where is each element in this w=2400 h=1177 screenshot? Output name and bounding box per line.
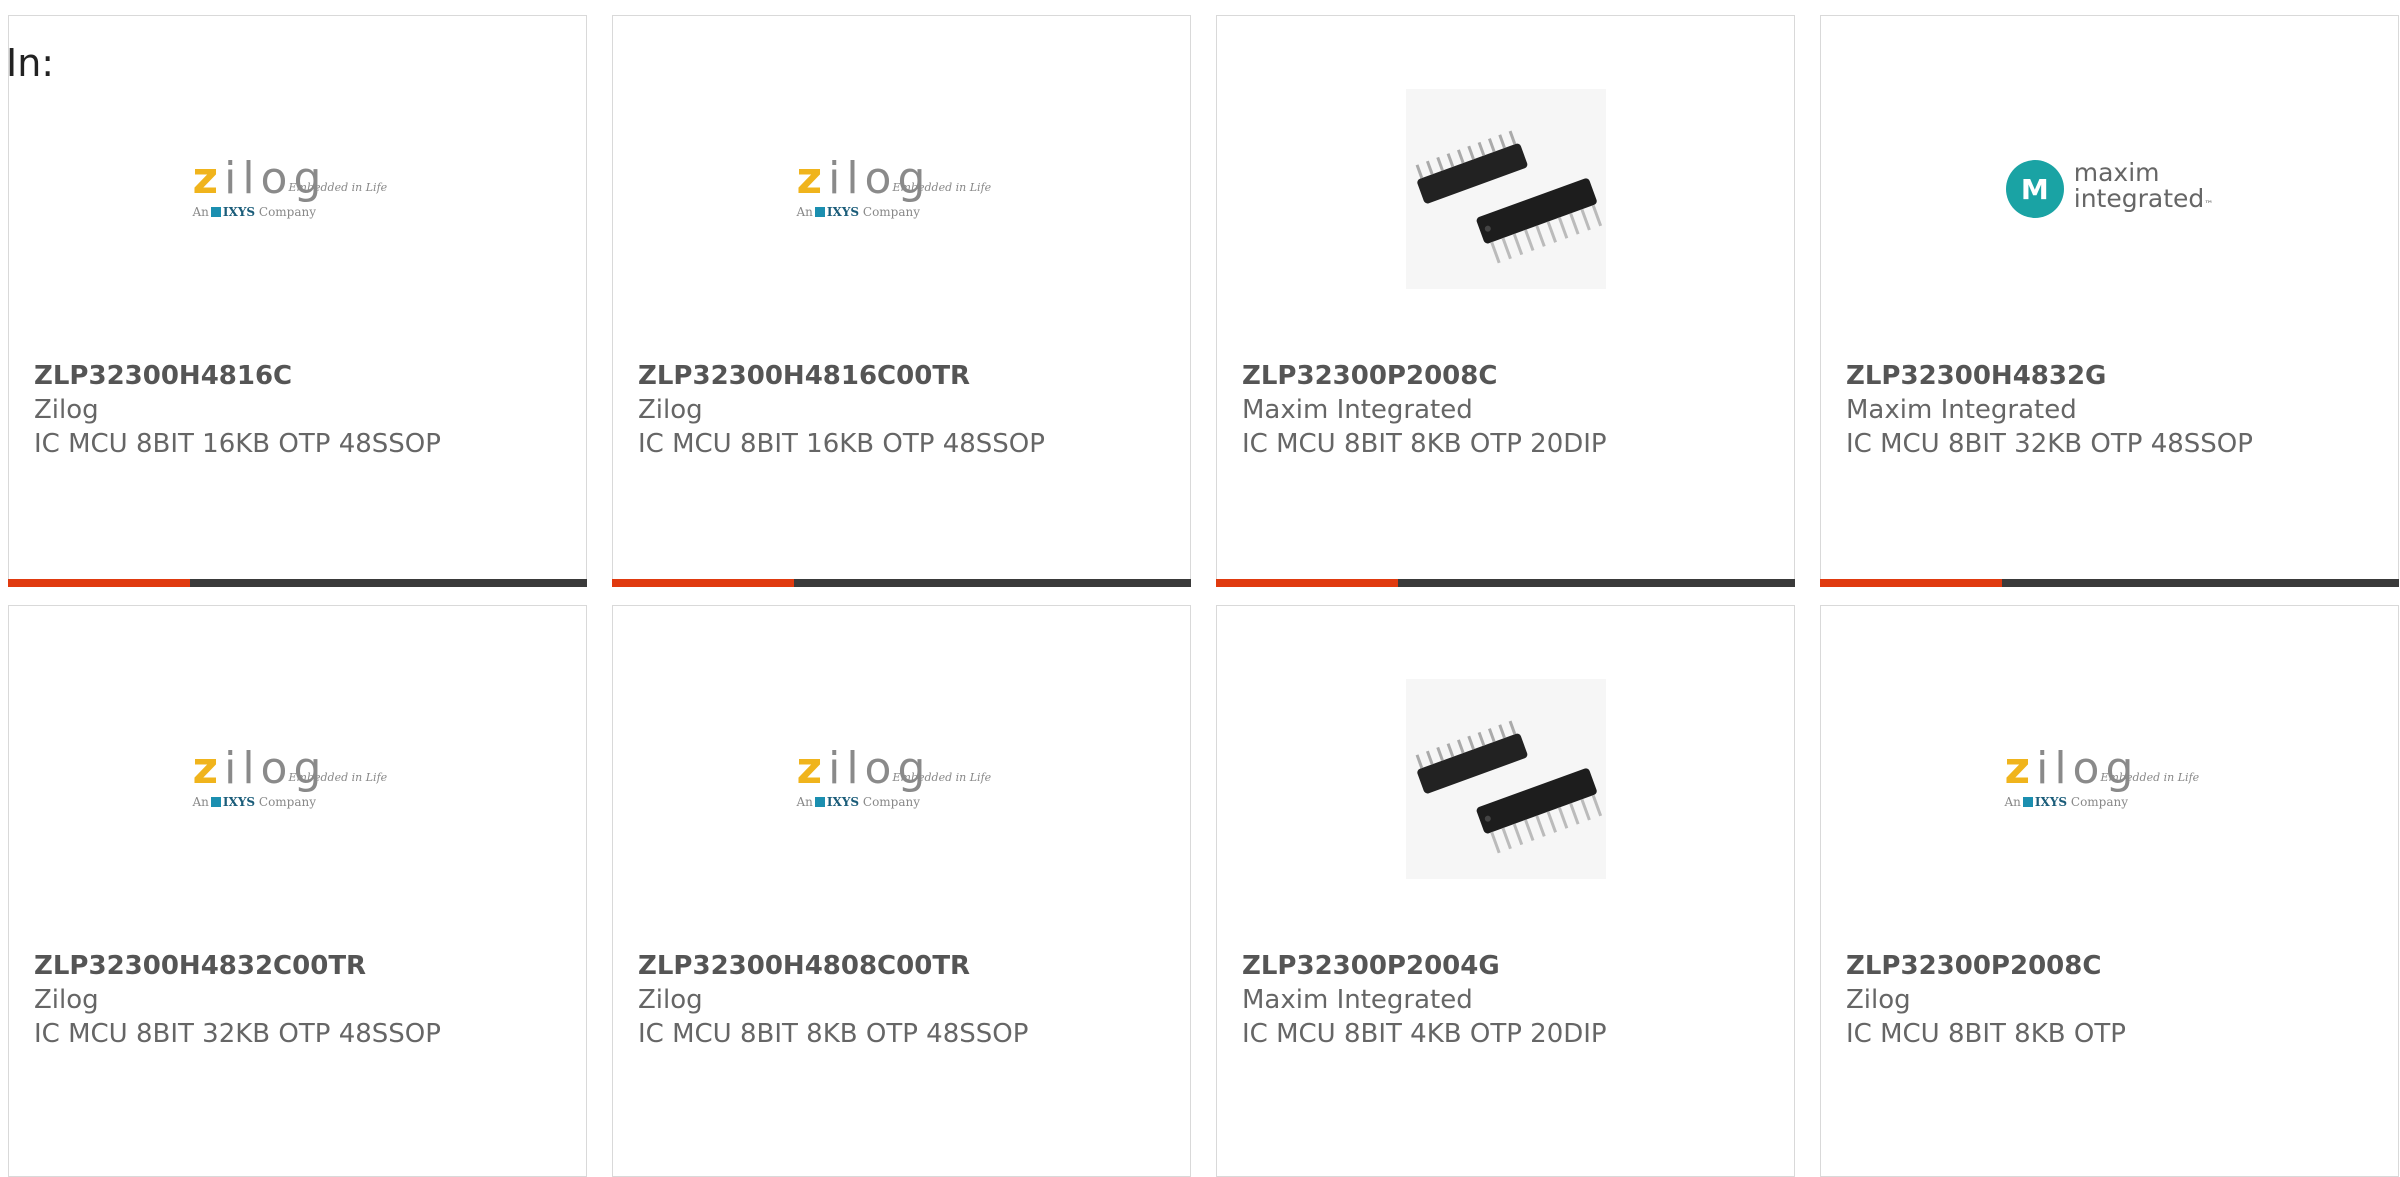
manufacturer: Zilog [1846, 985, 1911, 1015]
product-image: zilog Embedded in Life An IXYS Company [613, 674, 1190, 884]
product-image [1217, 84, 1794, 294]
description: IC MCU 8BIT 16KB OTP 48SSOP [34, 429, 441, 459]
product-card[interactable]: zilog Embedded in Life An IXYS Company ZL… [1820, 605, 2399, 1177]
part-number[interactable]: ZLP32300P2008C [1846, 949, 2101, 983]
description: IC MCU 8BIT 16KB OTP 48SSOP [638, 429, 1045, 459]
description: IC MCU 8BIT 8KB OTP [1846, 1019, 2126, 1049]
zilog-logo: zilog Embedded in Life An IXYS Company [796, 153, 992, 220]
part-number[interactable]: ZLP32300H4816C00TR [638, 359, 970, 393]
description: IC MCU 8BIT 32KB OTP 48SSOP [34, 1019, 441, 1049]
part-number[interactable]: ZLP32300H4832G [1846, 359, 2106, 393]
part-number[interactable]: ZLP32300P2008C [1242, 359, 1497, 393]
manufacturer: Zilog [638, 985, 703, 1015]
description: IC MCU 8BIT 32KB OTP 48SSOP [1846, 429, 2253, 459]
product-card[interactable]: ZLP32300P2004G Maxim Integrated IC MCU 8… [1216, 605, 1795, 1177]
zilog-logo: zilog Embedded in Life An IXYS Company [192, 743, 388, 810]
part-number[interactable]: ZLP32300P2004G [1242, 949, 1500, 983]
product-card[interactable]: ZLP32300P2008C Maxim Integrated IC MCU 8… [1216, 15, 1795, 587]
part-number[interactable]: ZLP32300H4808C00TR [638, 949, 970, 983]
product-card[interactable]: zilog Embedded in Life An IXYS Company ZL… [612, 15, 1191, 587]
manufacturer: Maxim Integrated [1846, 395, 2077, 425]
part-number[interactable]: ZLP32300H4816C [34, 359, 292, 393]
card-bar [1216, 579, 1795, 587]
zilog-logo: zilog Embedded in Life An IXYS Company [796, 743, 992, 810]
zilog-logo: zilog Embedded in Life An IXYS Company [2004, 743, 2200, 810]
maxim-logo: M maxim integrated™ [2005, 160, 2213, 218]
product-card[interactable]: zilog Embedded in Life An IXYS Company ZL… [612, 605, 1191, 1177]
product-card[interactable]: zilog Embedded in Life An IXYS Company ZL… [8, 605, 587, 1177]
card-bar [1820, 579, 2399, 587]
product-image: M maxim integrated™ [1821, 84, 2398, 294]
product-image: zilog Embedded in Life An IXYS Company [613, 84, 1190, 294]
card-bar [8, 579, 587, 587]
part-number[interactable]: ZLP32300H4832C00TR [34, 949, 366, 983]
product-image: zilog Embedded in Life An IXYS Company [9, 674, 586, 884]
product-grid: zilog Embedded in Life An IXYS Company ZL… [8, 15, 2399, 1177]
manufacturer: Zilog [34, 985, 99, 1015]
manufacturer: Zilog [34, 395, 99, 425]
zilog-logo: zilog Embedded in Life An IXYS Company [192, 153, 388, 220]
description: IC MCU 8BIT 8KB OTP 20DIP [1242, 429, 1607, 459]
description: IC MCU 8BIT 8KB OTP 48SSOP [638, 1019, 1029, 1049]
manufacturer: Maxim Integrated [1242, 985, 1473, 1015]
description: IC MCU 8BIT 4KB OTP 20DIP [1242, 1019, 1607, 1049]
product-card[interactable]: M maxim integrated™ ZLP32300H4832G Maxim … [1820, 15, 2399, 587]
chip-photo [1405, 89, 1606, 289]
card-bar [612, 579, 1191, 587]
product-card[interactable]: zilog Embedded in Life An IXYS Company ZL… [8, 15, 587, 587]
manufacturer: Maxim Integrated [1242, 395, 1473, 425]
maxim-symbol-icon: M [2005, 160, 2064, 218]
manufacturer: Zilog [638, 395, 703, 425]
product-image: zilog Embedded in Life An IXYS Company [9, 84, 586, 294]
product-image: zilog Embedded in Life An IXYS Company [1821, 674, 2398, 884]
product-image [1217, 674, 1794, 884]
chip-photo [1405, 679, 1606, 879]
filter-label: In: [6, 41, 55, 85]
